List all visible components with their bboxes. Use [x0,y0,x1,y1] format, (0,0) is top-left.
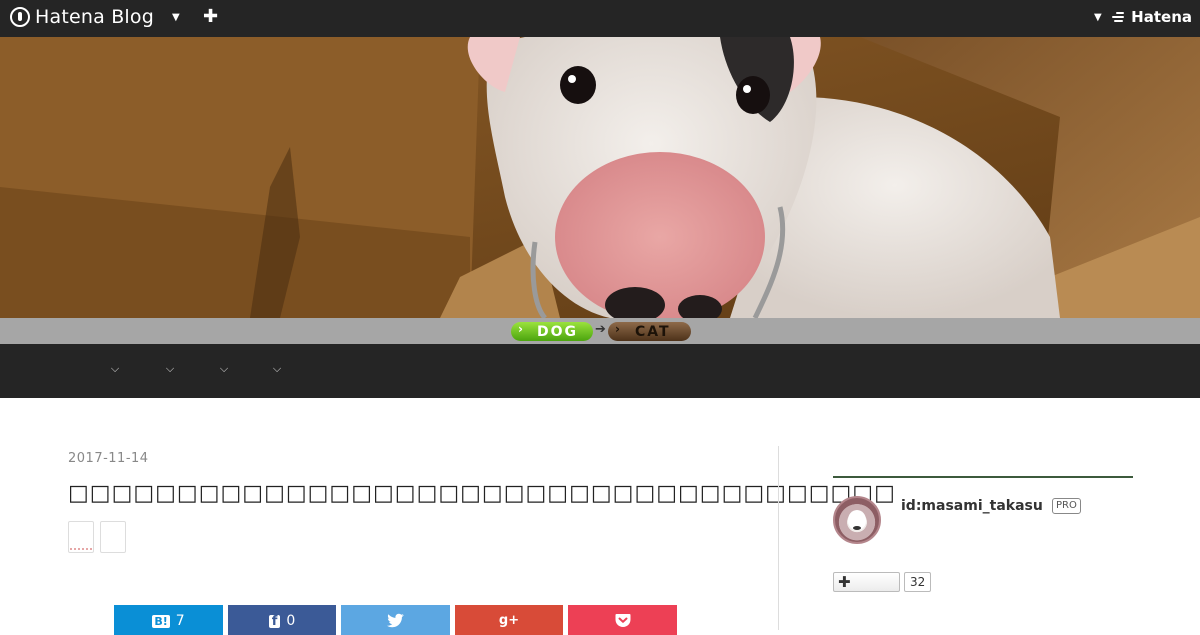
post-title[interactable]: □□□□□□□□□□□□□□□□□□□□□□□□□□□□□□□□□□□□□□ [68,481,896,506]
chevron-right-icon: › [518,322,525,336]
plus-icon[interactable]: ✚ [203,6,218,27]
nav-dropdown-chevron-down-icon[interactable]: ⌵ [108,362,122,376]
plus-icon: ✚ [838,573,851,591]
hatena-wordmark: Hatena [1131,8,1192,26]
chevron-right-icon: › [615,322,622,336]
content-sidebar-divider [778,446,779,630]
cat-link-label: CAT [635,323,671,340]
nav-dropdown-chevron-down-icon[interactable]: ⌵ [217,362,231,376]
google-plus-share-button[interactable]: g+ [455,605,563,635]
dog-cat-link-strip: › DOG ➔ › CAT [0,318,1200,344]
bull-terrier-photo [0,37,1200,318]
twitter-share-button[interactable] [341,605,450,635]
cat-link[interactable]: › CAT [608,322,691,341]
author-id-link[interactable]: id:masami_takasu [901,498,1043,514]
arrow-right-icon: ➔ [595,322,606,337]
facebook-icon: f [268,615,281,628]
hatena-blog-brand-link[interactable]: Hatena Blog [10,6,154,28]
hatena-bookmark-share-button[interactable]: B! 7 [114,605,223,635]
nav-dropdown-chevron-down-icon[interactable]: ⌵ [270,362,284,376]
avatar[interactable] [833,496,881,544]
sidebar-section-rule [833,476,1133,478]
chevron-down-icon[interactable]: ▼ [1094,12,1102,23]
post-date[interactable]: 2017-11-14 [68,451,149,466]
global-header: Hatena Blog ▼ ✚ ▼ Hatena [0,0,1200,37]
hatena-bookmark-icon: B! [152,615,170,628]
facebook-share-button[interactable]: f 0 [228,605,336,635]
nav-dropdown-chevron-down-icon[interactable]: ⌵ [163,362,177,376]
pro-badge: PRO [1052,498,1081,514]
category-tag[interactable] [100,521,126,553]
brand-title: Hatena Blog [35,6,154,28]
hatena-bookmark-count: 7 [175,613,185,629]
follow-button[interactable]: ✚ [833,572,900,592]
hatena-account-link[interactable]: Hatena [1111,8,1192,26]
pocket-share-button[interactable] [568,605,677,635]
category-nav: ⌵ ⌵ ⌵ ⌵ [0,344,1200,398]
dog-link-label: DOG [537,323,579,340]
category-tag[interactable] [68,521,94,553]
chevron-down-icon[interactable]: ▼ [172,12,180,23]
twitter-icon [386,613,404,628]
blog-header-image[interactable] [0,37,1200,318]
reader-count: 32 [904,572,932,592]
dog-link[interactable]: › DOG [511,322,593,341]
facebook-share-count: 0 [286,613,296,629]
pocket-icon [615,614,630,627]
google-plus-icon: g+ [498,613,520,628]
hatena-blog-logo-icon [10,7,30,27]
hatena-logo-icon [1111,11,1125,23]
